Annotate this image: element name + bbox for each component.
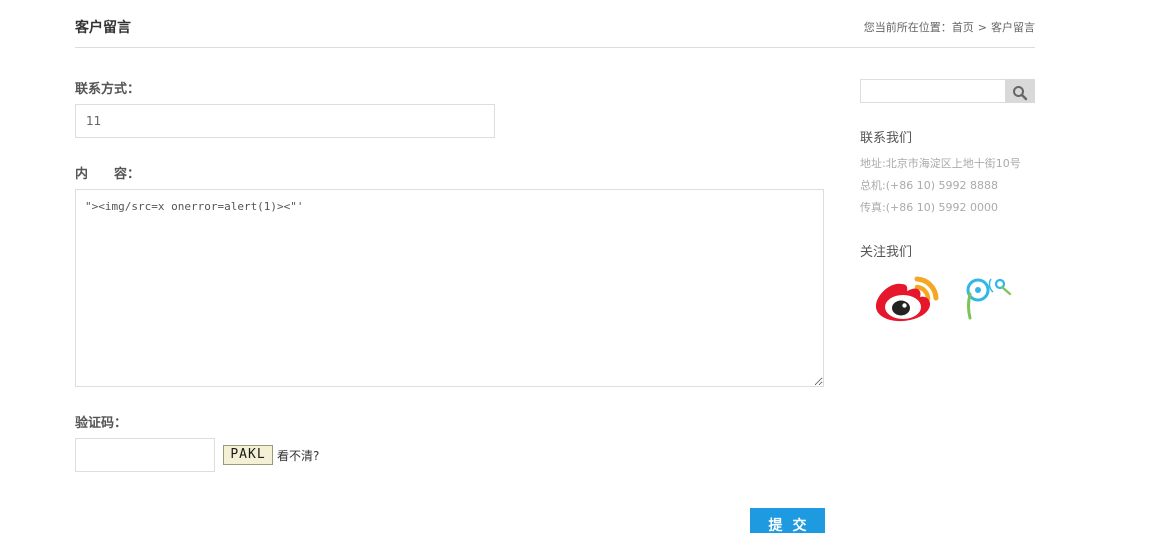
content-label-second: 容： (114, 167, 141, 182)
contact-fax: 传真:(+86 10) 5992 0000 (860, 201, 998, 214)
weibo-icon[interactable] (873, 270, 939, 324)
page-header: 客户留言 您当前所在位置：首页 > 客户留言 (75, 0, 1035, 48)
breadcrumb-prefix: 您当前所在位置： (863, 21, 952, 34)
submit-button[interactable]: 提交 (750, 508, 825, 533)
content-label-first: 内 (75, 167, 89, 182)
content-textarea[interactable]: "><img/src=x onerror=alert(1)><"' (75, 189, 824, 387)
search-icon (1013, 86, 1028, 101)
contact-input[interactable] (75, 104, 495, 138)
content-label: 内 容： (75, 163, 140, 182)
search-input[interactable] (860, 79, 1006, 103)
contact-us-heading: 联系我们 (860, 131, 913, 146)
search-button[interactable] (1005, 79, 1035, 103)
breadcrumb-current: 客户留言 (991, 21, 1035, 34)
captcha-refresh-link[interactable]: 看不清? (277, 447, 319, 464)
captcha-label: 验证码： (75, 416, 128, 431)
breadcrumb-home-link[interactable]: 首页 (952, 21, 974, 34)
contact-phone: 总机:(+86 10) 5992 8888 (860, 179, 998, 192)
page-title: 客户留言 (75, 20, 131, 36)
breadcrumb-separator: > (977, 21, 987, 34)
location-pin-icon[interactable] (962, 272, 1018, 322)
contact-label: 联系方式： (75, 82, 141, 97)
captcha-input[interactable] (75, 438, 215, 472)
follow-us-heading: 关注我们 (860, 245, 913, 260)
captcha-image[interactable]: PAKL (223, 445, 273, 465)
breadcrumb: 您当前所在位置：首页 > 客户留言 (864, 19, 1035, 35)
contact-address: 地址:北京市海淀区上地十街10号 (860, 157, 1021, 170)
